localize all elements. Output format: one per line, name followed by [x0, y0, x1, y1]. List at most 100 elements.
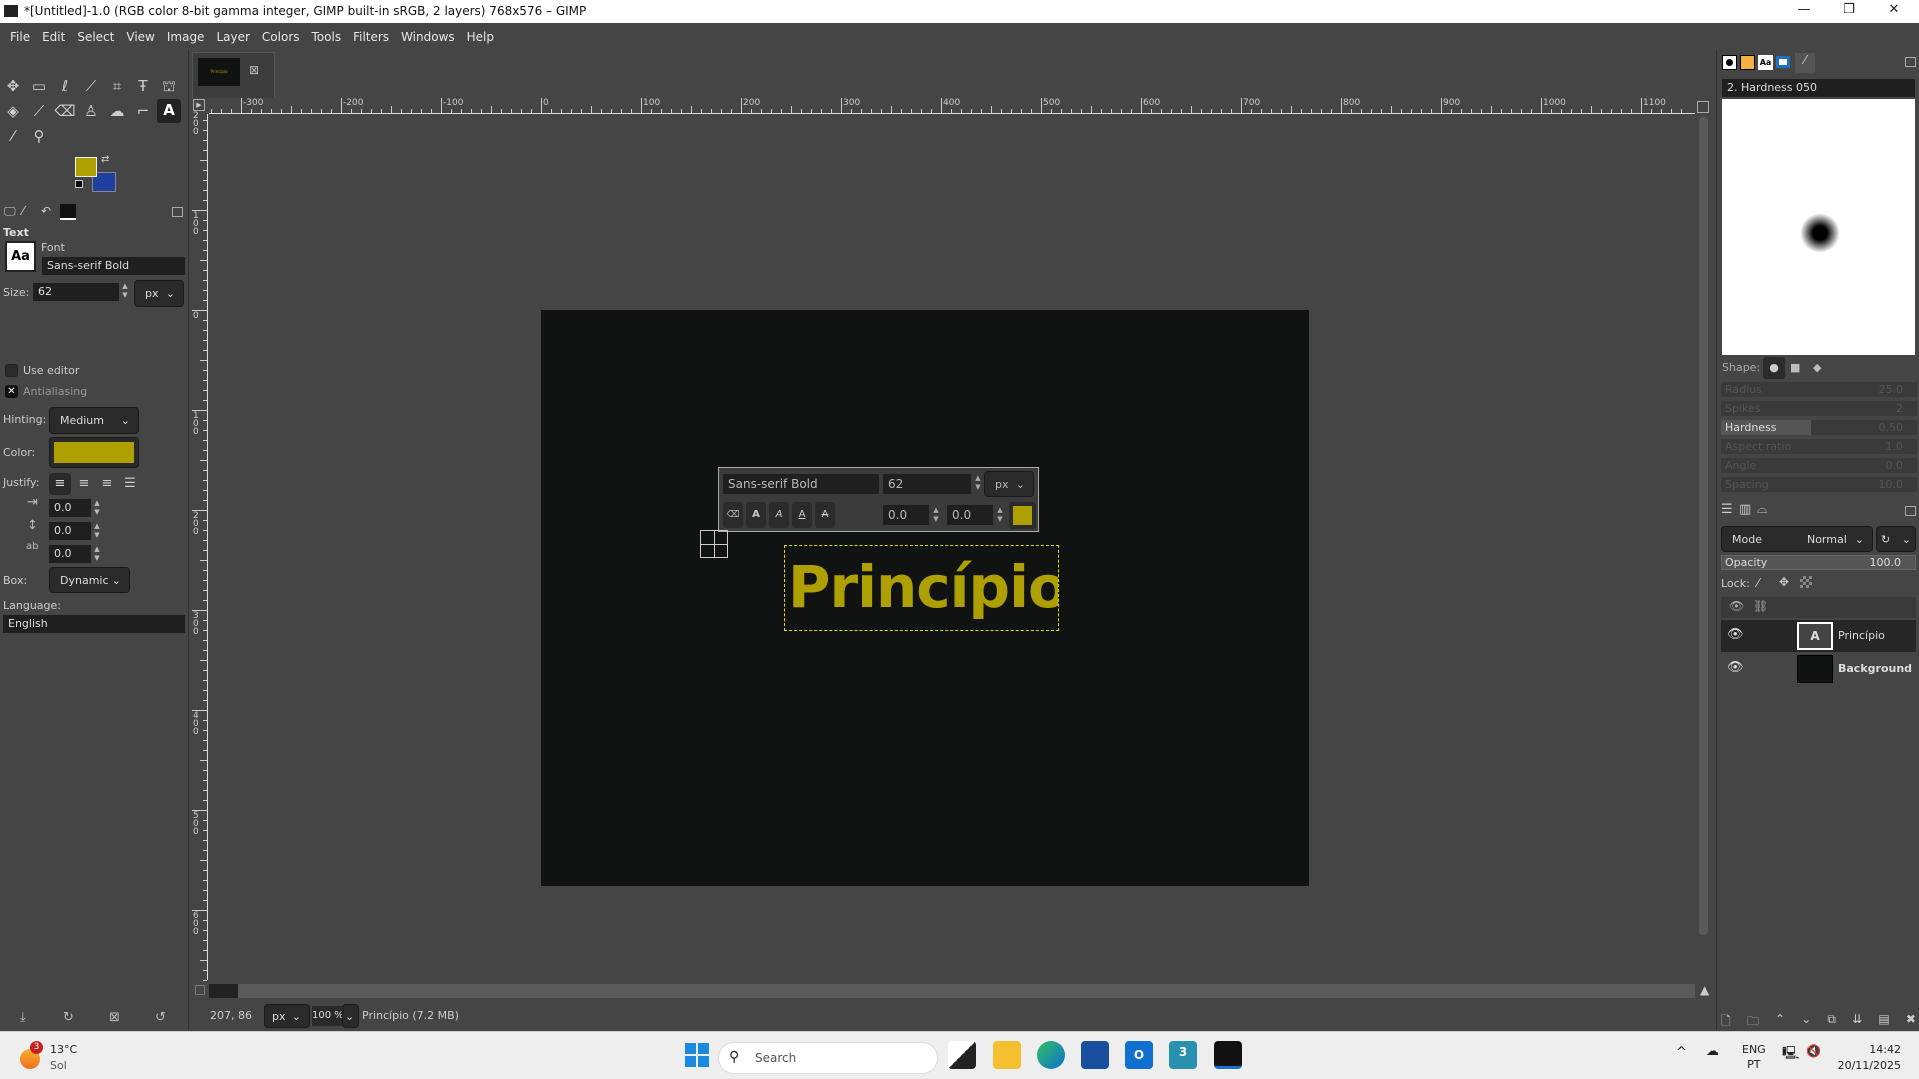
- brushes-tab-icon[interactable]: [1722, 55, 1737, 70]
- font-preview-icon[interactable]: Aa: [5, 241, 36, 272]
- menu-colors[interactable]: Colors: [256, 30, 306, 44]
- new-layer-icon[interactable]: 🗋: [1721, 1012, 1731, 1033]
- maximize-button[interactable]: ❐: [1829, 2, 1869, 17]
- zoom-tool-icon[interactable]: ⚲: [28, 125, 50, 147]
- duplicate-layer-icon[interactable]: ⧉: [1827, 1012, 1836, 1033]
- hinting-dropdown[interactable]: Medium ⌄: [49, 407, 139, 434]
- font-input[interactable]: Sans-serif Bold: [42, 257, 185, 275]
- layer-row-principio[interactable]: 👁 A Princípio: [1721, 620, 1916, 652]
- aspect-ratio-slider[interactable]: Aspect ratio 1.0: [1721, 439, 1917, 454]
- configure-tab-icon[interactable]: [1905, 506, 1916, 516]
- language-indicator[interactable]: ENG PT: [1742, 1042, 1766, 1072]
- undo-history-tab-icon[interactable]: ↶: [41, 204, 51, 218]
- raise-layer-icon[interactable]: ⌃: [1775, 1012, 1785, 1033]
- foreground-color-swatch[interactable]: [75, 157, 97, 177]
- rect-select-tool-icon[interactable]: ▭: [28, 75, 50, 97]
- save-options-icon[interactable]: ⤓: [20, 1010, 26, 1025]
- zoom-to-fit-icon[interactable]: [1697, 101, 1709, 113]
- paintbrush-tool-icon[interactable]: ⟋: [28, 100, 50, 122]
- configure-tab-icon[interactable]: [172, 207, 183, 217]
- minimize-button[interactable]: —: [1784, 2, 1824, 17]
- delete-options-icon[interactable]: ⊠: [109, 1010, 120, 1025]
- antialiasing-checkbox[interactable]: ✕: [5, 385, 18, 398]
- toolbar-color-button[interactable]: [1009, 502, 1036, 529]
- eraser-tool-icon[interactable]: ⌫: [54, 100, 76, 122]
- canvas-text[interactable]: Princípio: [788, 549, 1058, 625]
- size-input[interactable]: 62: [33, 283, 119, 301]
- line-spacing-input[interactable]: 0.0: [49, 522, 91, 540]
- task-view-icon[interactable]: [948, 1041, 976, 1069]
- network-icon[interactable]: 🖳: [1782, 1044, 1799, 1066]
- radius-slider[interactable]: Radius 25.0: [1721, 382, 1917, 397]
- justify-center-icon[interactable]: ≡: [96, 473, 118, 495]
- smudge-tool-icon[interactable]: ☁: [106, 100, 128, 122]
- images-tab-icon[interactable]: [60, 204, 76, 220]
- default-colors-icon[interactable]: [75, 180, 83, 188]
- toolbar-unit-dropdown[interactable]: px ⌄: [984, 471, 1034, 497]
- tool-options-tab-icon[interactable]: 🖵: [4, 204, 16, 219]
- menu-edit[interactable]: Edit: [36, 30, 71, 44]
- navigate-icon[interactable]: ▲: [1700, 983, 1709, 997]
- line-spacing-spinner[interactable]: ▲ ▼: [92, 522, 102, 540]
- quick-mask-icon[interactable]: [195, 985, 205, 995]
- indent-input[interactable]: 0.0: [49, 499, 91, 517]
- menu-arrow-icon[interactable]: ▶: [193, 99, 205, 111]
- document-history-tab-icon[interactable]: [1776, 56, 1790, 68]
- swap-colors-icon[interactable]: ⇄: [101, 154, 109, 165]
- text-color-button[interactable]: [49, 437, 139, 468]
- device-status-tab-icon[interactable]: ⁄: [22, 204, 24, 218]
- canvas-viewport[interactable]: Sans-serif Bold 62 ▲ ▼ px ⌄ ⌫ A A A A 0.0 …: [209, 115, 1695, 981]
- image-tab[interactable]: Princípio ⊠: [192, 52, 275, 98]
- lower-layer-icon[interactable]: ⌄: [1801, 1012, 1811, 1033]
- 3ds-max-icon[interactable]: 3: [1169, 1041, 1197, 1069]
- menu-image[interactable]: Image: [161, 30, 211, 44]
- strikethrough-icon[interactable]: A: [815, 502, 835, 528]
- start-button-icon[interactable]: [683, 1041, 711, 1069]
- lock-pixels-icon[interactable]: ⁄: [1757, 576, 1759, 590]
- fonts-tab-icon[interactable]: Aa: [1758, 55, 1773, 70]
- baseline-input[interactable]: 0.0: [883, 505, 929, 525]
- configure-tab-icon[interactable]: [1905, 57, 1916, 67]
- justify-right-icon[interactable]: ≡: [73, 473, 95, 495]
- clear-style-icon[interactable]: ⌫: [723, 502, 743, 528]
- use-editor-checkbox[interactable]: [5, 364, 18, 377]
- fill-tool-icon[interactable]: ◈: [2, 100, 24, 122]
- spacing-slider[interactable]: Spacing 10.0: [1721, 477, 1917, 492]
- toolbar-size-input[interactable]: 62: [883, 474, 971, 494]
- show-hidden-icons[interactable]: ^: [1676, 1045, 1687, 1060]
- volume-muted-icon[interactable]: 🔇: [1806, 1044, 1821, 1058]
- toolbar-font-input[interactable]: Sans-serif Bold: [723, 474, 879, 494]
- mask-layer-icon[interactable]: ▤: [1878, 1012, 1889, 1033]
- gimp-taskbar-icon[interactable]: [1214, 1041, 1242, 1069]
- letter-spacing-input[interactable]: 0.0: [49, 545, 91, 563]
- angle-slider[interactable]: Angle 0.0: [1721, 458, 1917, 473]
- layer-row-background[interactable]: 👁 Background: [1721, 653, 1916, 685]
- layer-name[interactable]: Background: [1838, 662, 1912, 675]
- bold-icon[interactable]: A: [746, 502, 766, 528]
- paint-dynamics-tab-icon[interactable]: ⁄: [1795, 53, 1815, 73]
- text-tool-icon[interactable]: A: [157, 99, 181, 123]
- restore-options-icon[interactable]: ↻: [63, 1010, 74, 1025]
- size-unit-dropdown[interactable]: px ⌄: [134, 280, 184, 307]
- weather-temp[interactable]: 13°C: [50, 1043, 77, 1056]
- indent-spinner[interactable]: ▲ ▼: [92, 499, 102, 517]
- text-box[interactable]: Princípio: [784, 545, 1059, 631]
- italic-icon[interactable]: A: [769, 502, 789, 528]
- layers-tab-icon[interactable]: ☰: [1721, 502, 1733, 517]
- close-tab-icon[interactable]: ⊠: [249, 63, 259, 77]
- vertical-scrollbar[interactable]: [1696, 99, 1711, 982]
- layer-mode-dropdown[interactable]: Mode Normal ⌄: [1721, 526, 1873, 552]
- shape-diamond-icon[interactable]: ◆: [1813, 361, 1821, 374]
- visibility-eye-icon[interactable]: 👁: [1727, 627, 1744, 642]
- layer-name[interactable]: Princípio: [1838, 629, 1885, 642]
- bucket-tool-icon[interactable]: ⛫: [158, 75, 180, 97]
- menu-layer[interactable]: Layer: [210, 30, 255, 44]
- hardness-slider[interactable]: Hardness 0.50: [1721, 420, 1917, 435]
- fuzzy-select-tool-icon[interactable]: ⟋: [80, 75, 102, 97]
- lock-alpha-icon[interactable]: [1800, 576, 1812, 588]
- vertical-scroll-thumb[interactable]: [1699, 117, 1708, 935]
- size-spinner[interactable]: ▲ ▼: [120, 282, 130, 300]
- menu-tools[interactable]: Tools: [306, 30, 348, 44]
- kerning-spinner[interactable]: ▲ ▼: [995, 506, 1005, 524]
- composite-mode-dropdown[interactable]: ↻ ⌄: [1876, 526, 1916, 552]
